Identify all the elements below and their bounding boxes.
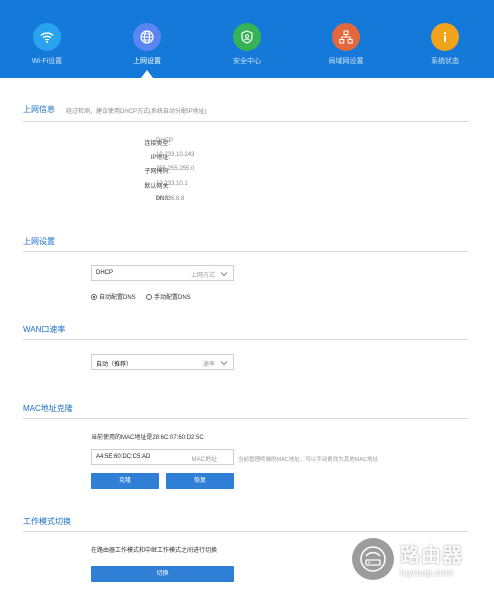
section-title-wan-speed: WAN口速率 <box>23 325 66 334</box>
info-row-dns: DNS: 10.236.8.8 <box>90 196 330 206</box>
radio-checked-icon <box>91 293 97 300</box>
info-row-connection-type: 连接类型: DHCP <box>90 138 330 148</box>
radio-manual-dns[interactable]: 手动配置DNS <box>146 292 191 301</box>
clone-button[interactable]: 克隆 <box>91 473 159 489</box>
connection-type-select[interactable]: DHCP 上网方式 <box>91 265 234 281</box>
switch-mode-button[interactable]: 切换 <box>91 566 234 582</box>
active-pointer <box>141 70 153 78</box>
current-mac-text: 当前使用的MAC地址是28:6C:07:60:D2:5C <box>91 435 204 441</box>
nav-label-lan-settings: 局域网设置 <box>328 58 364 65</box>
restore-button[interactable]: 恢复 <box>166 473 234 489</box>
nav-label-security-center: 安全中心 <box>233 58 261 65</box>
mac-address-input[interactable]: A4:5E:60:DC:C5:AD MAC地址 <box>91 449 234 465</box>
select-value: DHCP <box>96 270 114 276</box>
info-value: 255.255.255.0 <box>156 166 195 172</box>
dns-radio-group: 自动配置DNS 手动配置DNS <box>91 292 251 302</box>
radio-label: 自动配置DNS <box>99 295 136 301</box>
select-hint: 速率 <box>202 362 215 368</box>
wifi-icon <box>33 23 61 51</box>
internet-info-desc: 经过检测，建议使用DHCP方式(系统自动分配IP地址) <box>66 109 207 115</box>
shield-icon <box>233 23 261 51</box>
info-value: 10.236.8.8 <box>156 196 185 202</box>
nav-item-security-center[interactable]: 安全中心 <box>207 0 287 78</box>
nav-item-internet-settings[interactable]: 上网设置 <box>107 0 187 78</box>
info-value: DHCP <box>156 138 174 144</box>
info-row-subnet-mask: 子网掩码: 255.255.255.0 <box>90 166 330 176</box>
section-title-mac-clone: MAC地址克隆 <box>23 404 73 413</box>
select-hint: 上网方式 <box>190 273 215 279</box>
watermark-title: 路由器 <box>400 545 463 567</box>
info-row-ip-address: IP地址: 10.233.10.243 <box>90 152 330 162</box>
mac-input-hint: MAC地址 <box>191 457 217 463</box>
mac-tip: 当前管理终端的MAC地址，可以手动更改为其他MAC地址 <box>238 457 378 463</box>
divider <box>23 339 469 340</box>
router-logo-icon <box>352 538 394 580</box>
section-title-internet-info: 上网信息 <box>23 105 55 114</box>
nav-item-system-status[interactable]: 系统状态 <box>405 0 485 78</box>
divider <box>23 121 469 122</box>
divider <box>23 251 469 252</box>
divider <box>23 531 469 532</box>
chevron-down-icon <box>220 361 228 366</box>
wan-speed-select[interactable]: 自动（推荐） 速率 <box>91 354 234 370</box>
nav-item-wifi-settings[interactable]: Wi-Fi设置 <box>7 0 87 78</box>
divider <box>23 418 469 419</box>
section-title-work-mode: 工作模式切换 <box>23 517 71 526</box>
info-row-default-gateway: 默认网关: 10.233.10.1 <box>90 181 330 191</box>
nav-label-internet-settings: 上网设置 <box>133 58 161 65</box>
nav-label-wifi-settings: Wi-Fi设置 <box>31 58 63 65</box>
network-icon <box>332 23 360 51</box>
section-title-internet-settings: 上网设置 <box>23 237 55 246</box>
work-mode-desc: 在路由器工作模式和中继工作模式之间进行切换 <box>91 548 218 554</box>
info-icon <box>431 23 459 51</box>
mac-input-value: A4:5E:60:DC:C5:AD <box>96 454 151 460</box>
nav-label-system-status: 系统状态 <box>431 58 459 65</box>
radio-label: 手动配置DNS <box>154 295 191 301</box>
nav-item-lan-settings[interactable]: 局域网设置 <box>306 0 386 78</box>
watermark-url: luyouqi.com <box>400 568 454 579</box>
chevron-down-icon <box>220 272 228 277</box>
info-value: 10.233.10.243 <box>156 152 195 158</box>
globe-icon <box>133 23 161 51</box>
select-value: 自动（推荐） <box>96 362 133 368</box>
radio-auto-dns[interactable]: 自动配置DNS <box>91 292 136 301</box>
top-nav: Wi-Fi设置 上网设置 安全中心 局域网设置 系统状态 <box>0 0 494 78</box>
radio-unchecked-icon <box>146 293 152 300</box>
info-value: 10.233.10.1 <box>156 181 188 187</box>
watermark: 路由器 luyouqi.com <box>352 536 476 582</box>
